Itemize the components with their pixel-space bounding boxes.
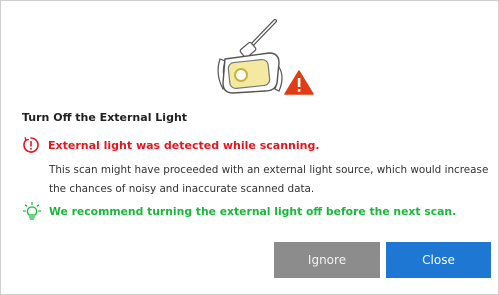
dialog-title: Turn Off the External Light	[22, 111, 188, 124]
tip-message-row: We recommend turning the external light …	[22, 200, 456, 222]
ignore-button[interactable]: Ignore	[274, 242, 380, 278]
lightbulb-icon	[22, 201, 42, 220]
warning-text: External light was detected while scanni…	[48, 138, 320, 152]
lamp-warning-graphic	[217, 19, 314, 95]
close-button[interactable]: Close	[386, 242, 491, 278]
warning-message-row: External light was detected while scanni…	[22, 135, 320, 155]
external-light-dialog: Turn Off the External Light External lig…	[0, 0, 499, 295]
exclamation-circle-icon	[23, 137, 39, 153]
overhead-light-illustration	[213, 19, 323, 99]
description-text: This scan might have proceeded with an e…	[49, 164, 489, 195]
tip-text: We recommend turning the external light …	[49, 204, 457, 218]
